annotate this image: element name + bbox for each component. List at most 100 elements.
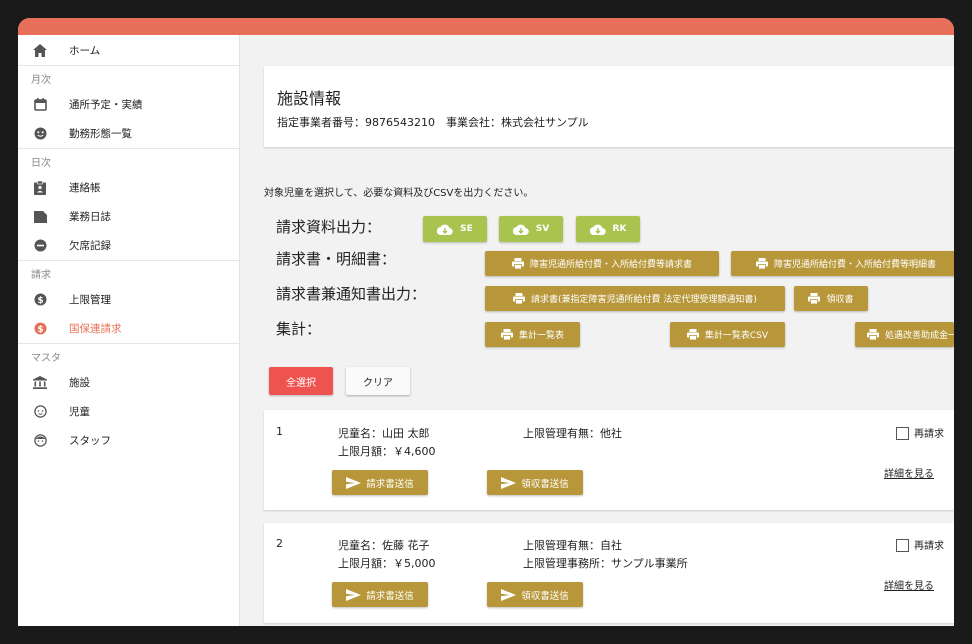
sv-download-button[interactable]: SV [499, 216, 563, 242]
sidebar-item-contact[interactable]: 連絡帳 [18, 173, 239, 202]
limit-management: 上限管理有無：他社 [523, 427, 622, 440]
button-label: RK [612, 224, 627, 234]
sidebar-section-monthly: 月次 [18, 65, 239, 90]
printer-icon [500, 329, 513, 340]
svg-text:$: $ [37, 296, 43, 306]
minus-circle-icon [33, 239, 47, 253]
button-label: 障害児通所給付費・入所給付費等明細書 [773, 260, 936, 270]
staff-face-icon [33, 434, 47, 448]
sidebar-item-staff[interactable]: スタッフ [18, 426, 239, 455]
sidebar-item-label: 上限管理 [69, 294, 111, 306]
button-label: SE [460, 224, 473, 234]
app-top-bar [18, 18, 954, 35]
limit-amount: 上限月額：￥5,000 [338, 557, 436, 570]
seikyusho-print-button[interactable]: 障害児通所給付費・入所給付費等請求書 [485, 251, 719, 276]
shukei-csv-button[interactable]: 集計一覧表CSV [670, 322, 785, 347]
send-invoice-button[interactable]: 請求書送信 [332, 470, 428, 495]
row-label-seikyusho: 請求書・明細書： [276, 250, 397, 268]
send-icon [346, 588, 362, 601]
sidebar-item-label: ホーム [69, 44, 101, 57]
details-link[interactable]: 詳細を見る [884, 577, 934, 592]
rebill-checkbox[interactable] [896, 539, 909, 552]
row-label-kentsuchi: 請求書兼通知書出力： [276, 285, 427, 303]
button-label: 請求書(兼指定障害児通所給付費 法定代理受理額通知書) [531, 295, 757, 305]
printer-icon [513, 293, 526, 304]
sidebar-item-home[interactable]: ホーム [18, 35, 239, 65]
button-label: 請求書送信 [366, 590, 414, 602]
main-content: 施設情報 指定事業者番号：9876543210 事業会社：株式会社サンプル 対象… [240, 35, 954, 626]
cloud-download-icon [512, 224, 529, 235]
instruction-text: 対象児童を選択して、必要な資料及びCSVを出力ください。 [264, 188, 534, 199]
sidebar-item-child[interactable]: 児童 [18, 397, 239, 426]
meisaisho-print-button[interactable]: 障害児通所給付費・入所給付費等明細書 [731, 251, 954, 276]
bank-icon [33, 376, 47, 390]
rk-download-button[interactable]: RK [576, 216, 640, 242]
button-label: 集計一覧表 [518, 331, 564, 341]
child-name: 児童名：佐藤 花子 [338, 539, 430, 552]
printer-icon [686, 329, 699, 340]
sidebar-item-kokuho[interactable]: $ 国保連請求 [18, 314, 239, 343]
button-label: 処遇改善助成金一覧 [885, 331, 954, 341]
cloud-download-icon [589, 224, 606, 235]
limit-office: 上限管理事務所：サンプル事業所 [523, 557, 688, 570]
printer-icon [808, 293, 821, 304]
app-window: ホーム 月次 通所予定・実績 勤務形態一覧 日次 連絡帳 業務日誌 欠席記録 請… [18, 18, 954, 626]
shukei-print-button[interactable]: 集計一覧表 [485, 322, 580, 347]
sidebar-item-label: スタッフ [69, 435, 111, 447]
facility-info-card: 施設情報 指定事業者番号：9876543210 事業会社：株式会社サンプル [264, 66, 954, 147]
sidebar-section-master: マスタ [18, 343, 239, 368]
cloud-download-icon [437, 224, 453, 235]
select-all-button[interactable]: 全選択 [269, 367, 333, 395]
sidebar-section-daily: 日次 [18, 148, 239, 173]
send-receipt-button[interactable]: 領収書送信 [487, 582, 583, 607]
sidebar: ホーム 月次 通所予定・実績 勤務形態一覧 日次 連絡帳 業務日誌 欠席記録 請… [18, 35, 240, 626]
shogu-kaizen-button[interactable]: 処遇改善助成金一覧 [855, 322, 954, 347]
child-face-icon [33, 405, 47, 419]
limit-management: 上限管理有無：自社 [523, 539, 622, 552]
ryoshu-print-button[interactable]: 領収書 [794, 286, 868, 311]
printer-icon [755, 258, 768, 269]
sidebar-item-label: 施設 [69, 377, 90, 389]
clear-button[interactable]: クリア [346, 367, 410, 395]
send-receipt-button[interactable]: 領収書送信 [487, 470, 583, 495]
sidebar-item-label: 児童 [69, 406, 90, 418]
face-icon [33, 127, 47, 141]
sidebar-item-diary[interactable]: 業務日誌 [18, 202, 239, 231]
button-label: 集計一覧表CSV [704, 331, 769, 341]
send-icon [501, 476, 517, 489]
row-label-shukei: 集計： [276, 320, 322, 338]
button-label: 請求書送信 [366, 478, 414, 490]
rebill-label: 再請求 [914, 541, 944, 552]
rebill-label: 再請求 [914, 429, 944, 440]
facility-details: 指定事業者番号：9876543210 事業会社：株式会社サンプル [277, 116, 589, 129]
sidebar-item-absence[interactable]: 欠席記録 [18, 231, 239, 260]
button-label: 障害児通所給付費・入所給付費等請求書 [529, 260, 692, 270]
sidebar-item-upper-limit[interactable]: $ 上限管理 [18, 285, 239, 314]
rebill-checkbox[interactable] [896, 427, 909, 440]
clipboard-icon [33, 180, 47, 195]
sidebar-item-facility[interactable]: 施設 [18, 368, 239, 397]
limit-amount: 上限月額：￥4,600 [338, 445, 436, 458]
sidebar-item-label: 通所予定・実績 [69, 99, 143, 111]
svg-text:$: $ [37, 325, 43, 335]
page-title: 施設情報 [277, 89, 342, 108]
dollar-circle-icon: $ [33, 322, 47, 336]
button-label: 領収書 [826, 295, 854, 305]
se-download-button[interactable]: SE [423, 216, 487, 242]
details-link[interactable]: 詳細を見る [884, 465, 934, 480]
send-icon [346, 476, 362, 489]
send-invoice-button[interactable]: 請求書送信 [332, 582, 428, 607]
child-card: 2 児童名：佐藤 花子 上限月額：￥5,000 上限管理有無：自社 上限管理事務… [264, 523, 954, 623]
dollar-circle-icon: $ [33, 293, 47, 307]
kentsuchi-print-button[interactable]: 請求書(兼指定障害児通所給付費 法定代理受理額通知書) [485, 286, 785, 311]
child-name: 児童名：山田 太郎 [338, 427, 430, 440]
row-label-seikyu-shiryo: 請求資料出力： [276, 218, 382, 236]
sidebar-item-schedule[interactable]: 通所予定・実績 [18, 90, 239, 119]
sidebar-item-label: 欠席記録 [69, 240, 111, 252]
printer-icon [511, 258, 524, 269]
sidebar-item-shift[interactable]: 勤務形態一覧 [18, 119, 239, 148]
sidebar-section-billing: 請求 [18, 260, 239, 285]
label-icon [33, 210, 47, 224]
button-label: 領収書送信 [521, 478, 569, 490]
row-index: 1 [276, 425, 283, 438]
